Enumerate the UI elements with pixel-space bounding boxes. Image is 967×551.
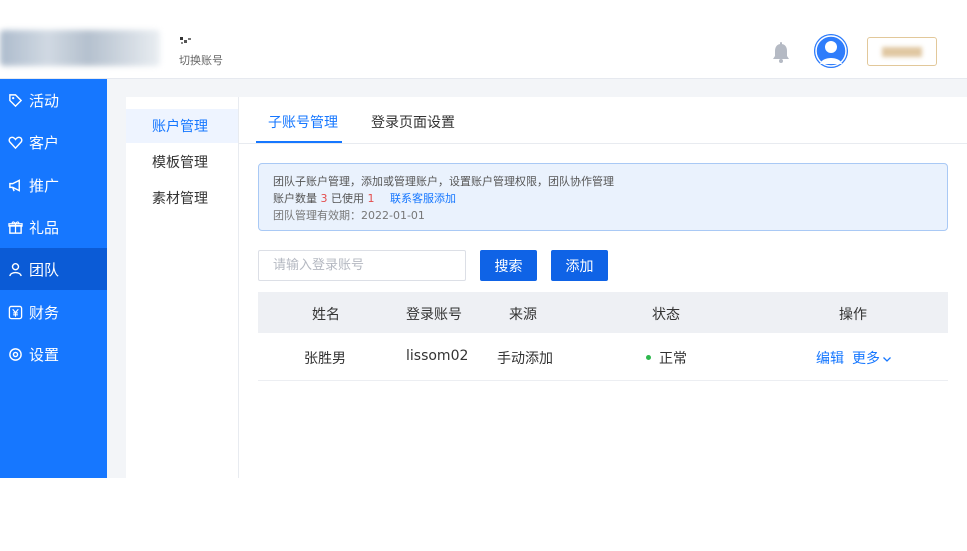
submenu-item-label: 素材管理 [152,191,208,207]
table-header: 姓名 登录账号 来源 状态 操作 [258,292,948,333]
contact-support-link[interactable]: 联系客服添加 [390,192,456,205]
gift-icon [8,220,23,234]
tabs-divider [239,143,967,144]
tag-icon [9,93,23,107]
column-login-account: 登录账号 [406,307,462,323]
edit-link[interactable]: 编辑 [816,348,844,368]
tab-sub-accounts[interactable]: 子账号管理 [268,112,338,132]
account-count: 3 [320,192,328,205]
column-source: 来源 [509,307,537,323]
user-name-blur [882,47,922,57]
person-icon [9,262,22,276]
logo [0,30,160,66]
submenu-item-template-management[interactable]: 模板管理 [126,145,238,179]
sidebar-item-label: 财务 [29,303,60,322]
sidebar-item-team[interactable]: 团队 [0,248,107,290]
submenu-item-label: 模板管理 [152,155,208,171]
switch-account-label: 切换账号 [179,54,223,67]
avatar[interactable] [814,34,848,68]
submenu-item-label: 账户管理 [152,119,208,135]
status-dot [646,354,651,360]
cell-status: 正常 [646,348,687,368]
sidebar: 活动 客户 推广 礼品 团队 财务 设置 [0,79,107,478]
search-button[interactable]: 搜索 [480,250,537,281]
sidebar-item-gifts[interactable]: 礼品 [0,206,107,248]
sidebar-item-finance[interactable]: 财务 [0,291,107,333]
used-count: 1 [367,192,375,205]
sidebar-item-settings[interactable]: 设置 [0,333,107,375]
sidebar-item-activity[interactable]: 活动 [0,79,107,121]
notice-description: 团队子账户管理，添加或管理账户，设置账户管理权限，团队协作管理 [273,175,614,188]
user-menu-button[interactable] [867,37,937,66]
settings-icon [9,347,22,361]
login-account-search-input[interactable] [258,250,466,281]
add-button[interactable]: 添加 [551,250,608,281]
top-header: 切换账号 [0,0,967,78]
bell-icon[interactable] [771,42,791,64]
cell-name: 张胜男 [304,351,346,367]
more-dropdown[interactable]: 更多 [852,348,892,368]
yen-icon [8,305,23,319]
heart-icon [8,136,23,149]
more-label: 更多 [852,351,880,367]
sidebar-item-customers[interactable]: 客户 [0,121,107,163]
column-name: 姓名 [312,307,340,323]
cell-login-account: lissom02 [406,348,469,364]
column-status: 状态 [652,307,680,323]
used-label: 已使用 [331,192,364,205]
status-text: 正常 [659,351,687,367]
notice-count-line: 账户数量 3 已使用 1 联系客服添加 [273,190,933,207]
switch-account-button[interactable]: 切换账号 [179,36,223,68]
tab-login-page-settings[interactable]: 登录页面设置 [371,112,455,132]
chevron-down-icon [883,357,891,362]
sidebar-item-label: 团队 [29,260,60,279]
sub-menu: 账户管理 模板管理 素材管理 [126,97,239,478]
expiry-date: 团队管理有效期：2022-01-01 [273,209,425,222]
table-row: 张胜男 lissom02 手动添加 正常 编辑 更多 [258,333,948,381]
column-actions: 操作 [839,307,867,323]
user-avatar-icon [814,34,848,68]
sidebar-item-label: 推广 [29,176,60,195]
switch-account-icon [180,37,191,44]
submenu-item-material-management[interactable]: 素材管理 [126,181,238,215]
sidebar-item-label: 设置 [29,345,60,364]
sidebar-item-label: 活动 [29,91,60,110]
sidebar-item-label: 客户 [29,133,60,152]
submenu-item-account-management[interactable]: 账户管理 [126,109,238,143]
sidebar-item-promotion[interactable]: 推广 [0,164,107,206]
megaphone-icon [9,178,20,192]
sidebar-item-label: 礼品 [29,218,60,237]
cell-source: 手动添加 [497,351,553,367]
main-panel: 子账号管理 登录页面设置 团队子账户管理，添加或管理账户，设置账户管理权限，团队… [239,97,967,478]
info-notice: 团队子账户管理，添加或管理账户，设置账户管理权限，团队协作管理 账户数量 3 已… [258,163,948,231]
account-count-label: 账户数量 [273,192,317,205]
